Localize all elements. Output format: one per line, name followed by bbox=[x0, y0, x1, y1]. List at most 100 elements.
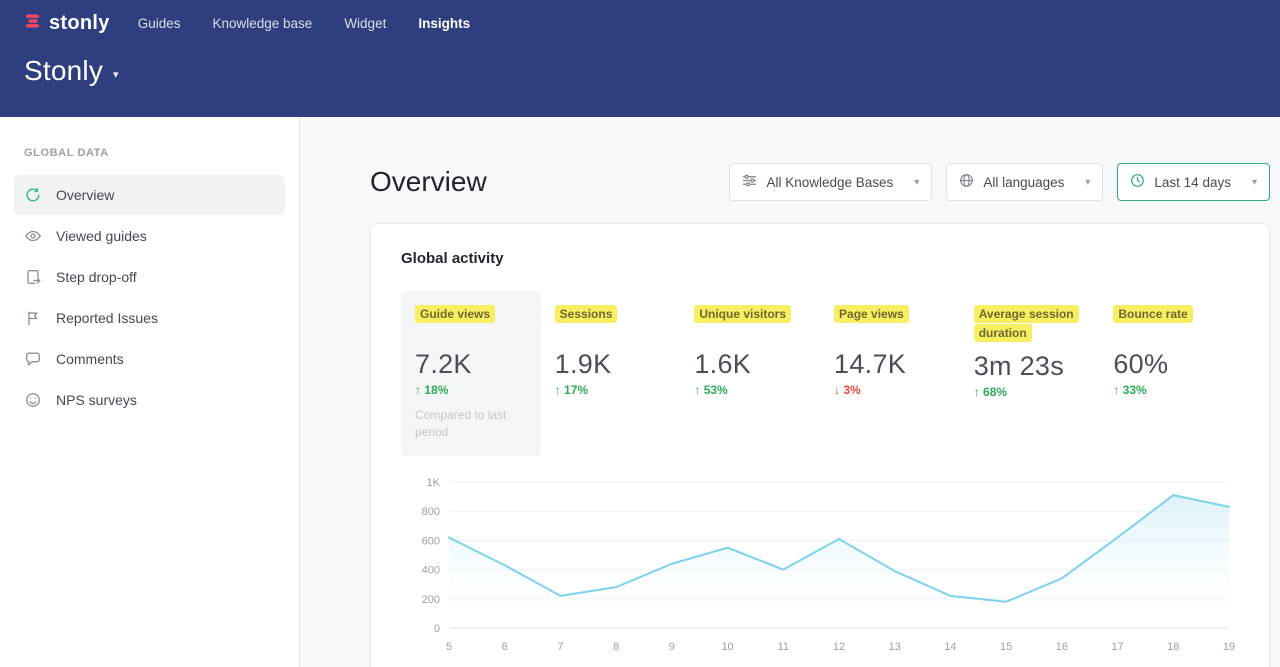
stat-value: 7.2K bbox=[415, 349, 535, 380]
nav-item-insights[interactable]: Insights bbox=[418, 12, 470, 35]
stat-guide-views[interactable]: Guide views 7.2K ↑ 18% Compared to last … bbox=[401, 291, 541, 456]
flag-icon bbox=[24, 309, 42, 327]
chevron-down-icon: ▾ bbox=[1252, 177, 1257, 188]
y-tick-label: 0 bbox=[434, 623, 440, 635]
x-tick-label: 8 bbox=[613, 641, 619, 653]
x-tick-label: 6 bbox=[502, 641, 508, 653]
activity-chart-svg: 02004006008001K5678910111213141516171819 bbox=[401, 468, 1241, 656]
chevron-down-icon: ▾ bbox=[1085, 177, 1090, 188]
stat-label: Average session duration bbox=[974, 305, 1079, 342]
filter-label: Last 14 days bbox=[1154, 175, 1231, 190]
stat-value: 60% bbox=[1113, 349, 1233, 380]
stat-change: ↓ 3% bbox=[834, 383, 954, 397]
stat-label: Sessions bbox=[555, 305, 618, 323]
sidebar-item-label: Viewed guides bbox=[56, 228, 147, 244]
filters-bar: All Knowledge Bases ▾ All languages bbox=[729, 163, 1270, 201]
y-tick-label: 600 bbox=[422, 535, 440, 547]
stat-change: ↑ 68% bbox=[974, 385, 1094, 399]
x-tick-label: 7 bbox=[557, 641, 563, 653]
x-tick-label: 13 bbox=[889, 641, 901, 653]
stat-unique-visitors[interactable]: Unique visitors 1.6K ↑ 53% bbox=[680, 291, 820, 456]
nav-item-guides[interactable]: Guides bbox=[138, 12, 181, 35]
main-header: Overview All Knowledge Bases ▾ bbox=[370, 163, 1270, 201]
x-tick-label: 15 bbox=[1000, 641, 1012, 653]
filter-languages[interactable]: All languages ▾ bbox=[946, 163, 1103, 201]
stat-label: Bounce rate bbox=[1113, 305, 1192, 323]
chevron-down-icon: ▾ bbox=[113, 68, 119, 81]
chevron-down-icon: ▾ bbox=[914, 177, 919, 188]
arrow-up-icon: ↑ bbox=[415, 383, 421, 397]
sidebar-item-label: Reported Issues bbox=[56, 310, 158, 326]
stat-page-views[interactable]: Page views 14.7K ↓ 3% bbox=[820, 291, 960, 456]
stat-label: Guide views bbox=[415, 305, 495, 323]
nav-item-knowledge-base[interactable]: Knowledge base bbox=[212, 12, 312, 35]
stonly-logo-text: stonly bbox=[49, 12, 110, 35]
stat-avg-session-duration[interactable]: Average session duration 3m 23s ↑ 68% bbox=[960, 291, 1100, 456]
activity-icon bbox=[24, 186, 42, 204]
stat-bounce-rate[interactable]: Bounce rate 60% ↑ 33% bbox=[1099, 291, 1239, 456]
stonly-logo[interactable]: stonly bbox=[24, 12, 110, 35]
main-content: Overview All Knowledge Bases ▾ bbox=[300, 117, 1280, 667]
sidebar-item-overview[interactable]: Overview bbox=[14, 175, 285, 215]
sidebar-item-step-drop-off[interactable]: Step drop-off bbox=[14, 257, 285, 297]
chart-area-fill bbox=[449, 495, 1229, 628]
x-tick-label: 18 bbox=[1167, 641, 1179, 653]
filter-label: All languages bbox=[983, 175, 1064, 190]
arrow-up-icon: ↑ bbox=[1113, 383, 1119, 397]
smiley-icon bbox=[24, 391, 42, 409]
x-tick-label: 11 bbox=[778, 641, 789, 653]
stat-label: Unique visitors bbox=[694, 305, 791, 323]
stat-change: ↑ 17% bbox=[555, 383, 675, 397]
stat-sessions[interactable]: Sessions 1.9K ↑ 17% bbox=[541, 291, 681, 456]
x-tick-label: 17 bbox=[1111, 641, 1123, 653]
x-tick-label: 14 bbox=[944, 641, 956, 653]
arrow-up-icon: ↑ bbox=[694, 383, 700, 397]
filter-date-range[interactable]: Last 14 days ▾ bbox=[1117, 163, 1270, 201]
y-tick-label: 200 bbox=[422, 594, 440, 606]
stonly-logo-icon bbox=[24, 12, 42, 35]
workspace-selector[interactable]: Stonly ▾ bbox=[24, 55, 119, 87]
x-tick-label: 5 bbox=[446, 641, 452, 653]
y-tick-label: 400 bbox=[422, 564, 440, 576]
stat-label: Page views bbox=[834, 305, 909, 323]
app-root: stonly Guides Knowledge base Widget Insi… bbox=[0, 0, 1280, 667]
stats-row: Guide views 7.2K ↑ 18% Compared to last … bbox=[401, 291, 1239, 456]
workspace-title: Stonly bbox=[24, 55, 103, 87]
x-tick-label: 10 bbox=[721, 641, 733, 653]
arrow-down-icon: ↓ bbox=[834, 383, 840, 397]
sidebar-item-reported-issues[interactable]: Reported Issues bbox=[14, 298, 285, 338]
stat-value: 3m 23s bbox=[974, 351, 1094, 382]
y-tick-label: 1K bbox=[427, 477, 441, 489]
stat-value: 14.7K bbox=[834, 349, 954, 380]
stat-change: ↑ 53% bbox=[694, 383, 814, 397]
step-dropoff-icon bbox=[24, 268, 42, 286]
stat-note: Compared to last period bbox=[415, 407, 523, 442]
sidebar-heading: GLOBAL DATA bbox=[24, 147, 275, 159]
sidebar-item-label: Overview bbox=[56, 187, 114, 203]
activity-chart: 02004006008001K5678910111213141516171819 bbox=[401, 468, 1239, 661]
page-title: Overview bbox=[370, 166, 487, 198]
global-activity-card: Global activity Guide views 7.2K ↑ 18% C… bbox=[370, 223, 1270, 667]
sidebar: GLOBAL DATA Overview Viewed g bbox=[0, 117, 300, 667]
stat-value: 1.9K bbox=[555, 349, 675, 380]
top-nav: Guides Knowledge base Widget Insights bbox=[138, 12, 470, 35]
sidebar-item-comments[interactable]: Comments bbox=[14, 339, 285, 379]
topbar-row: stonly Guides Knowledge base Widget Insi… bbox=[24, 0, 1256, 35]
nav-item-widget[interactable]: Widget bbox=[344, 12, 386, 35]
x-tick-label: 16 bbox=[1056, 641, 1068, 653]
sidebar-item-label: Step drop-off bbox=[56, 269, 137, 285]
filter-knowledge-bases[interactable]: All Knowledge Bases ▾ bbox=[729, 163, 932, 201]
sidebar-item-viewed-guides[interactable]: Viewed guides bbox=[14, 216, 285, 256]
globe-icon bbox=[959, 173, 974, 191]
stat-value: 1.6K bbox=[694, 349, 814, 380]
x-tick-label: 19 bbox=[1223, 641, 1235, 653]
sidebar-item-label: Comments bbox=[56, 351, 124, 367]
card-title: Global activity bbox=[401, 250, 1239, 267]
x-tick-label: 12 bbox=[833, 641, 845, 653]
stat-change: ↑ 18% bbox=[415, 383, 535, 397]
page-body: GLOBAL DATA Overview Viewed g bbox=[0, 117, 1280, 667]
stat-change: ↑ 33% bbox=[1113, 383, 1233, 397]
sidebar-item-nps-surveys[interactable]: NPS surveys bbox=[14, 380, 285, 420]
comment-icon bbox=[24, 350, 42, 368]
x-tick-label: 9 bbox=[669, 641, 675, 653]
